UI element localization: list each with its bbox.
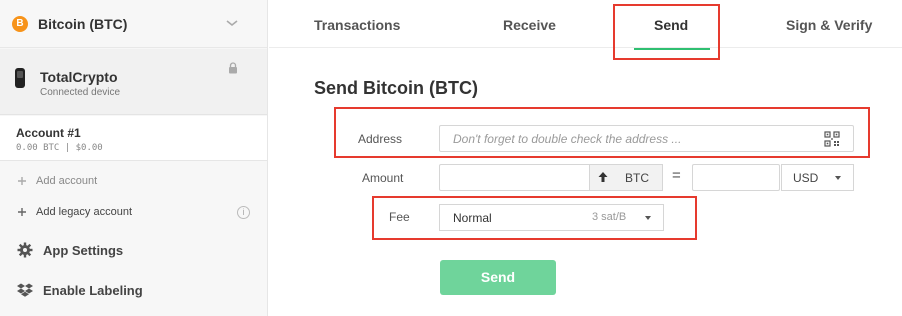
enable-labeling-menu-item[interactable]: Enable Labeling [0,274,267,306]
fiat-amount-field[interactable] [692,164,780,191]
address-highlight [334,107,870,158]
add-legacy-account-label: Add legacy account [36,206,133,218]
device-name: TotalCrypto [40,69,118,85]
caret-down-icon [835,176,841,180]
fiat-currency-label: USD [793,171,819,185]
device-panel[interactable]: TotalCrypto Connected device [0,49,267,115]
plus-icon [18,208,26,216]
account-balance: 0.00 BTC | $0.00 [16,143,103,153]
lock-icon [229,62,237,74]
amount-label: Amount [362,171,404,185]
fiat-currency-select[interactable]: USD [781,164,854,191]
app-settings-menu-item[interactable]: App Settings [0,234,267,266]
hardware-wallet-icon [15,68,25,88]
unit-toggle-button[interactable]: BTC [589,164,663,191]
app-settings-label: App Settings [43,243,124,258]
account-item[interactable]: Account #1 0.00 BTC | $0.00 [0,116,267,161]
fee-highlight [372,196,697,240]
sidebar: B Bitcoin (BTC) TotalCrypto Connected de… [0,0,268,316]
coin-name: Bitcoin (BTC) [38,16,128,32]
device-status: Connected device [40,87,121,98]
add-account-link[interactable]: Add account [0,167,267,195]
gear-icon [17,242,33,258]
tab-receive[interactable]: Receive [503,17,556,33]
tab-transactions[interactable]: Transactions [314,17,400,33]
coin-selector[interactable]: B Bitcoin (BTC) [0,0,267,48]
add-legacy-account-link[interactable]: Add legacy account i [0,198,267,226]
enable-labeling-label: Enable Labeling [43,283,143,298]
arrow-up-icon [598,172,608,182]
dropbox-icon [17,283,33,297]
send-tab-highlight [613,4,720,60]
plus-icon [18,177,26,185]
send-button[interactable]: Send [440,260,556,295]
page-title: Send Bitcoin (BTC) [314,78,478,98]
account-name: Account #1 [16,126,81,140]
tab-sign-verify[interactable]: Sign & Verify [786,17,872,33]
equals-sign: = [672,167,681,184]
info-icon[interactable]: i [237,206,250,219]
chevron-down-icon[interactable] [225,18,239,28]
add-account-label: Add account [36,175,98,187]
bitcoin-logo-icon: B [12,16,28,32]
amount-unit: BTC [625,171,649,185]
amount-field[interactable] [439,164,614,191]
